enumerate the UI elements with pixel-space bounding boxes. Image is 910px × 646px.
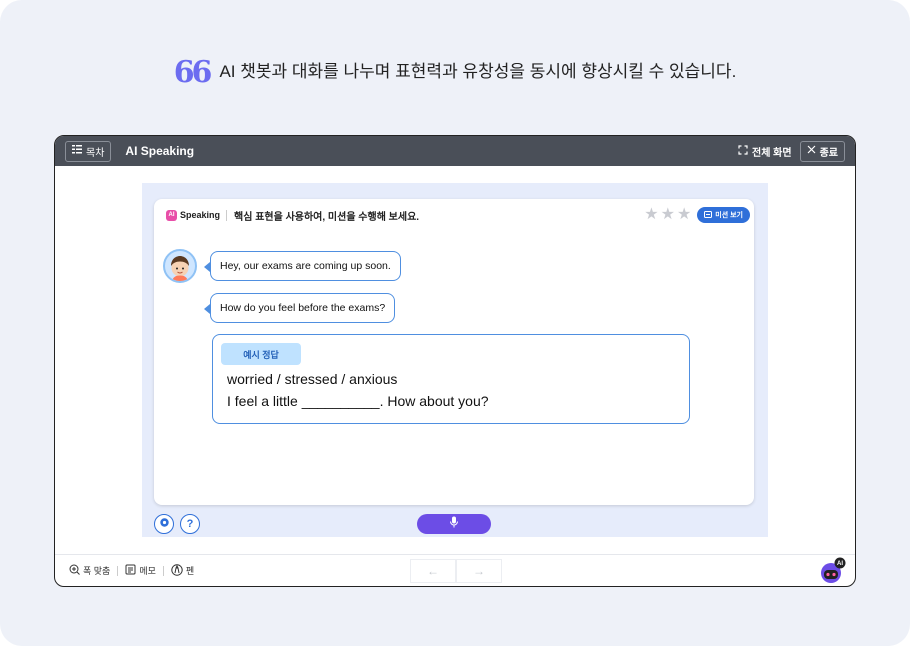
- ai-badge-icon: AI: [166, 209, 177, 221]
- mission-view-label: 미션 보기: [715, 212, 743, 219]
- microphone-icon: [449, 515, 459, 533]
- answer-sentence: I feel a little __________. How about yo…: [227, 393, 489, 409]
- app-window: 목차 AI Speaking 전체 화면 종료 AI Speaking 핵심 표…: [54, 135, 856, 587]
- close-icon: [807, 145, 816, 157]
- list-icon: [72, 145, 82, 157]
- arrow-right-icon: →: [473, 564, 485, 578]
- memo-icon: [125, 564, 136, 577]
- chat-bubble: How do you feel before the exams?: [203, 293, 396, 323]
- next-page-button[interactable]: →: [456, 559, 502, 583]
- arrow-left-icon: ←: [427, 564, 439, 578]
- close-label: 종료: [819, 147, 838, 159]
- help-button[interactable]: ?: [180, 514, 200, 534]
- example-answer-box: 예시 정답 worried / stressed / anxious I fee…: [212, 334, 690, 424]
- titlebar: 목차 AI Speaking 전체 화면 종료: [55, 136, 855, 166]
- fit-width-button[interactable]: 폭 맞춤: [69, 564, 110, 577]
- quote-icon: 66: [173, 55, 213, 90]
- toc-button[interactable]: 목차: [65, 140, 112, 162]
- pen-label: 펜: [185, 566, 195, 576]
- memo-label: 메모: [139, 566, 156, 576]
- star-icon: ★: [676, 206, 692, 223]
- settings-button[interactable]: [154, 514, 174, 534]
- chat-bubble: Hey, our exams are coming up soon.: [204, 251, 401, 281]
- example-answer-tag: 예시 정답: [221, 343, 301, 365]
- fullscreen-label: 전체 화면: [752, 147, 792, 159]
- chat-message: Hey, our exams are coming up soon.: [220, 260, 391, 272]
- chat-message: How do you feel before the exams?: [220, 302, 386, 314]
- feature-caption: 66 AI 챗봇과 대화를 나누며 표현력과 유창성을 동시에 향상시킬 수 있…: [0, 50, 910, 88]
- zoom-fit-icon: [69, 564, 80, 577]
- fullscreen-button[interactable]: 전체 화면: [738, 144, 792, 159]
- toc-label: 목차: [86, 147, 105, 159]
- fullscreen-icon: [738, 144, 748, 158]
- mission-view-button[interactable]: 미션 보기: [697, 207, 750, 223]
- caption-text: AI 챗봇과 대화를 나누며 표현력과 유창성을 동시에 향상시킬 수 있습니다…: [219, 61, 737, 81]
- ai-assistant-button[interactable]: AI: [819, 557, 847, 585]
- card-header: AI Speaking 핵심 표현을 사용하여, 미션을 수행해 보세요. ★ …: [166, 206, 750, 224]
- divider: [162, 565, 164, 576]
- answer-options: worried / stressed / anxious: [227, 371, 398, 387]
- close-button[interactable]: 종료: [799, 140, 845, 162]
- divider: [117, 565, 119, 576]
- prev-page-button[interactable]: ←: [410, 559, 456, 583]
- pen-button[interactable]: 펜: [171, 563, 195, 578]
- robot-icon: AI: [821, 557, 846, 583]
- star-icon: ★: [644, 206, 659, 223]
- fit-width-label: 폭 맞춤: [83, 566, 111, 576]
- bottom-toolbar: 폭 맞춤 메모 펜 ← → AI: [55, 554, 855, 586]
- question-icon: ?: [186, 518, 194, 530]
- mission-instruction: 핵심 표현을 사용하여, 미션을 수행해 보세요.: [234, 211, 420, 223]
- mic-button[interactable]: [417, 514, 491, 534]
- page-navigation: ← →: [410, 559, 502, 583]
- speaking-card: AI Speaking 핵심 표현을 사용하여, 미션을 수행해 보세요. ★ …: [154, 199, 754, 505]
- activity-stage: AI Speaking 핵심 표현을 사용하여, 미션을 수행해 보세요. ★ …: [142, 183, 768, 537]
- app-title: AI Speaking: [125, 144, 195, 158]
- avatar: [163, 249, 197, 283]
- pen-icon: [171, 563, 183, 578]
- star-icon: ★: [660, 206, 675, 223]
- gear-icon: [159, 517, 170, 531]
- mission-icon: [704, 210, 713, 220]
- ai-bot-badge: AI: [837, 561, 843, 567]
- logo-text: Speaking: [180, 210, 221, 220]
- memo-button[interactable]: 메모: [125, 564, 156, 577]
- speaking-logo: AI Speaking: [166, 209, 228, 221]
